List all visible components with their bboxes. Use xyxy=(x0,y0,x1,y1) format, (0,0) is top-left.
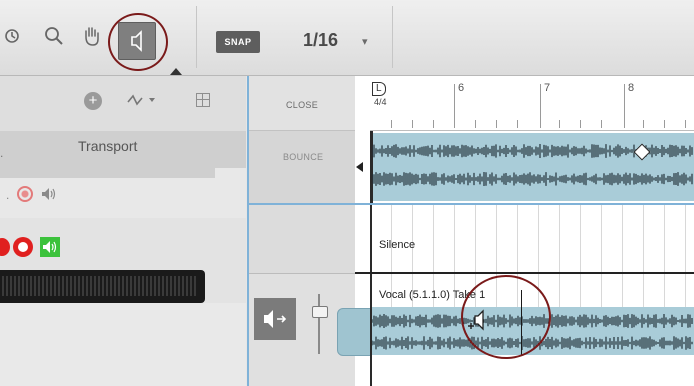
clip-name-silence: Silence xyxy=(379,239,416,251)
highlight-circle-speaker xyxy=(108,13,168,71)
left-locator-marker[interactable]: L xyxy=(372,82,386,96)
bar-number: 6 xyxy=(458,82,465,94)
automation-icon[interactable] xyxy=(126,92,156,111)
bar-number: 7 xyxy=(544,82,551,94)
ruler-minor-tick xyxy=(475,120,476,128)
track-speaker-button[interactable] xyxy=(254,298,296,340)
zoom-icon[interactable] xyxy=(40,22,68,50)
pointer-notch xyxy=(170,68,182,75)
grid-line xyxy=(433,205,434,272)
snap-value[interactable]: 1/16 xyxy=(303,30,338,51)
grid-line xyxy=(685,205,686,272)
ruler-minor-tick xyxy=(559,120,560,128)
toolbar-divider xyxy=(392,6,393,68)
waveform xyxy=(371,172,694,186)
ruler-minor-tick xyxy=(601,120,602,128)
row-dot: . xyxy=(0,146,4,160)
clip-collapse-tab[interactable] xyxy=(337,308,373,356)
ruler-minor-tick xyxy=(412,120,413,128)
ruler-minor-tick xyxy=(643,120,644,128)
ruler-minor-tick xyxy=(664,120,665,128)
chevron-down-icon[interactable]: ▾ xyxy=(362,35,368,48)
grid-line xyxy=(454,205,455,272)
ruler-minor-tick xyxy=(517,120,518,128)
ruler-tick xyxy=(454,84,455,128)
ruler-minor-tick xyxy=(496,120,497,128)
grid-icon[interactable] xyxy=(196,93,210,107)
grid-line xyxy=(664,205,665,272)
volume-slider-handle[interactable] xyxy=(312,306,328,318)
level-meter-segments xyxy=(2,276,198,296)
grid-line xyxy=(643,274,644,307)
grid-line xyxy=(517,205,518,272)
ruler-minor-tick xyxy=(580,120,581,128)
volume-slider-track xyxy=(318,294,320,354)
grid-line xyxy=(580,274,581,307)
bounce-label: BOUNCE xyxy=(283,152,324,162)
record-arm-icon[interactable] xyxy=(17,186,33,202)
monitor-icon[interactable] xyxy=(41,187,57,206)
row-tab xyxy=(0,168,215,178)
grid-line xyxy=(538,205,539,272)
silence-track-lane xyxy=(372,205,694,273)
row-dot: . xyxy=(6,188,10,202)
add-icon[interactable]: + xyxy=(84,92,102,110)
grid-line xyxy=(622,274,623,307)
speaker-icon xyxy=(43,241,57,253)
close-button[interactable]: CLOSE xyxy=(286,100,318,110)
grid-line xyxy=(559,205,560,272)
undo-icon[interactable] xyxy=(0,22,26,50)
grid-line xyxy=(496,205,497,272)
grid-line xyxy=(601,205,602,272)
hand-icon[interactable] xyxy=(78,22,106,50)
ruler-minor-tick xyxy=(391,120,392,128)
highlight-circle-cursor xyxy=(461,275,551,359)
toolbar-divider xyxy=(196,6,197,68)
ruler-tick xyxy=(624,84,625,128)
ruler-minor-tick xyxy=(433,120,434,128)
bar-number: 8 xyxy=(628,82,635,94)
grid-line xyxy=(643,205,644,272)
grid-line xyxy=(580,205,581,272)
silence-track-header xyxy=(249,205,355,274)
speaker-arrow-icon xyxy=(264,310,287,328)
ruler-minor-tick xyxy=(685,120,686,128)
transport-label: Transport xyxy=(78,138,138,154)
monitor-button[interactable] xyxy=(40,237,60,257)
record-enable-button[interactable] xyxy=(13,237,33,257)
snap-button[interactable]: SNAP xyxy=(216,31,260,53)
grid-line xyxy=(685,274,686,307)
timeline-ruler xyxy=(370,76,694,131)
time-signature: 4/4 xyxy=(374,97,387,107)
grid-line xyxy=(475,205,476,272)
playhead-marker xyxy=(356,162,363,172)
ruler-tick xyxy=(540,84,541,128)
bounce-track-header xyxy=(249,131,355,205)
grid-line xyxy=(559,274,560,307)
grid-line xyxy=(622,205,623,272)
grid-line xyxy=(664,274,665,307)
grid-line xyxy=(601,274,602,307)
